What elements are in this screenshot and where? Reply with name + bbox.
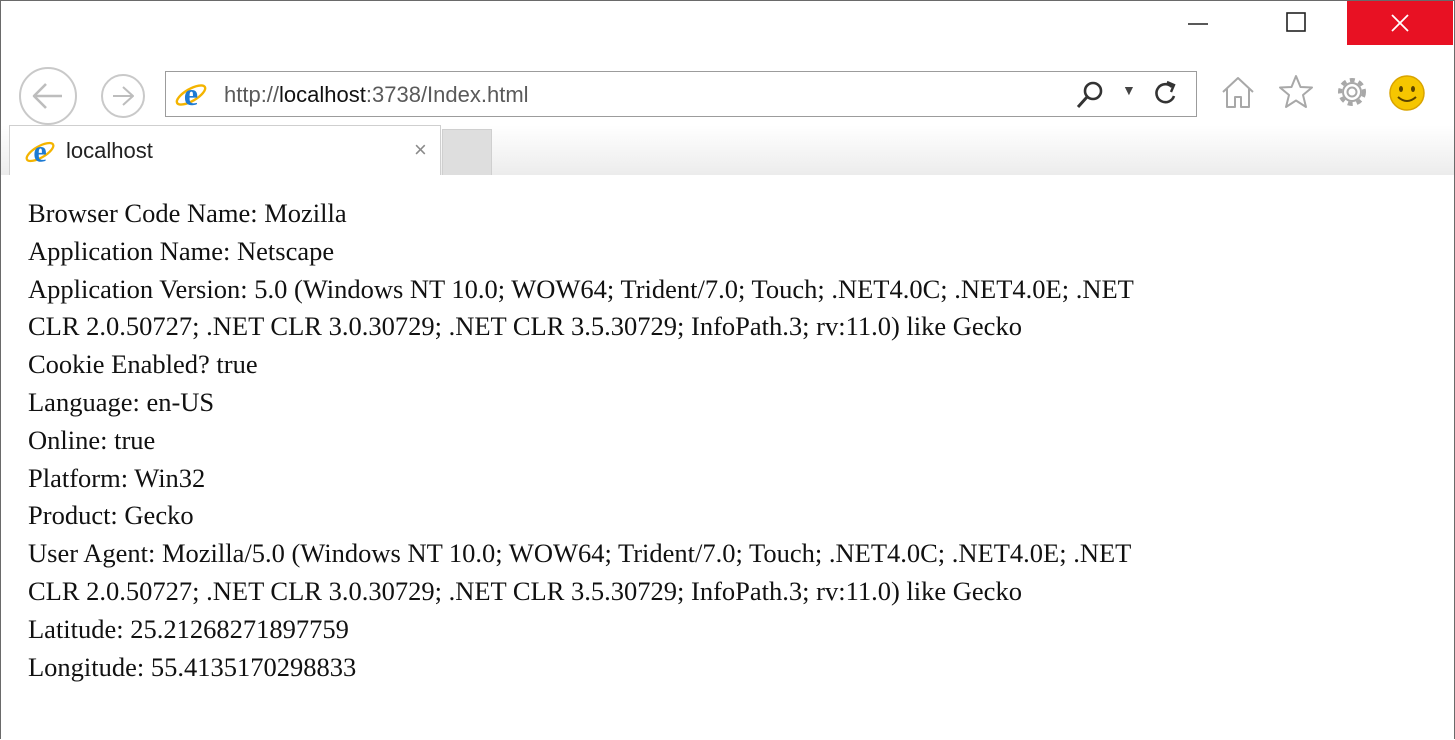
online-text: Online: true — [28, 424, 156, 455]
ie-logo-icon: e — [175, 78, 207, 112]
close-window-button[interactable] — [1347, 1, 1453, 45]
back-arrow-icon — [32, 83, 62, 109]
tab-title: localhost — [66, 138, 153, 163]
product-text: Product: Gecko — [28, 500, 194, 531]
gear-icon[interactable] — [1333, 73, 1371, 111]
language-text: Language: en-US — [28, 386, 215, 417]
platform-text: Platform: Win32 — [28, 462, 206, 493]
application-version-text-cont: CLR 2.0.50727; .NET CLR 3.0.30729; .NET … — [28, 311, 1022, 342]
svg-text:e: e — [184, 78, 198, 112]
browser-code-name-text: Browser Code Name: Mozilla — [28, 198, 347, 228]
forward-arrow-icon — [113, 86, 134, 106]
forward-button[interactable] — [101, 74, 145, 118]
url-host: localhost — [279, 82, 366, 107]
smiley-icon[interactable] — [1387, 73, 1427, 113]
browser-window: e http://localhost:3738/Index.html ▼ e l… — [0, 0, 1455, 739]
page-content: Browser Code Name: Mozilla Application N… — [28, 195, 1438, 686]
maximize-icon — [1286, 12, 1306, 32]
user-agent-text: User Agent: Mozilla/5.0 (Windows NT 10.0… — [28, 538, 1132, 569]
ie-logo-icon: e — [25, 136, 55, 168]
address-bar[interactable]: e http://localhost:3738/Index.html ▼ — [165, 71, 1197, 117]
home-icon[interactable] — [1219, 73, 1257, 111]
url-text[interactable]: http://localhost:3738/Index.html — [224, 82, 529, 108]
url-rest: :3738/Index.html — [365, 82, 529, 107]
back-button[interactable] — [19, 67, 77, 125]
svg-text:e: e — [33, 136, 46, 168]
application-name-text: Application Name: Netscape — [28, 235, 335, 266]
minimize-icon — [1188, 23, 1208, 25]
star-icon[interactable] — [1277, 73, 1315, 111]
latitude-text: Latitude: 25.21268271897759 — [28, 613, 349, 644]
close-icon — [1391, 14, 1409, 32]
url-prefix: http:// — [224, 82, 280, 107]
tab-strip: e localhost × — [1, 125, 1454, 175]
minimize-button[interactable] — [1169, 1, 1227, 43]
cookie-enabled-text: Cookie Enabled? true — [28, 349, 258, 380]
search-icon[interactable] — [1074, 80, 1106, 110]
tab-close-button[interactable]: × — [414, 137, 427, 163]
user-agent-text-cont: CLR 2.0.50727; .NET CLR 3.0.30729; .NET … — [28, 575, 1022, 606]
tab-localhost[interactable]: e localhost × — [9, 125, 441, 175]
search-dropdown-icon[interactable]: ▼ — [1122, 82, 1136, 98]
application-version-text: Application Version: 5.0 (Windows NT 10.… — [28, 273, 1134, 304]
longitude-text: Longitude: 55.4135170298833 — [28, 651, 357, 682]
refresh-icon[interactable] — [1150, 79, 1180, 109]
maximize-button[interactable] — [1267, 1, 1325, 43]
new-tab-button[interactable] — [442, 129, 492, 175]
